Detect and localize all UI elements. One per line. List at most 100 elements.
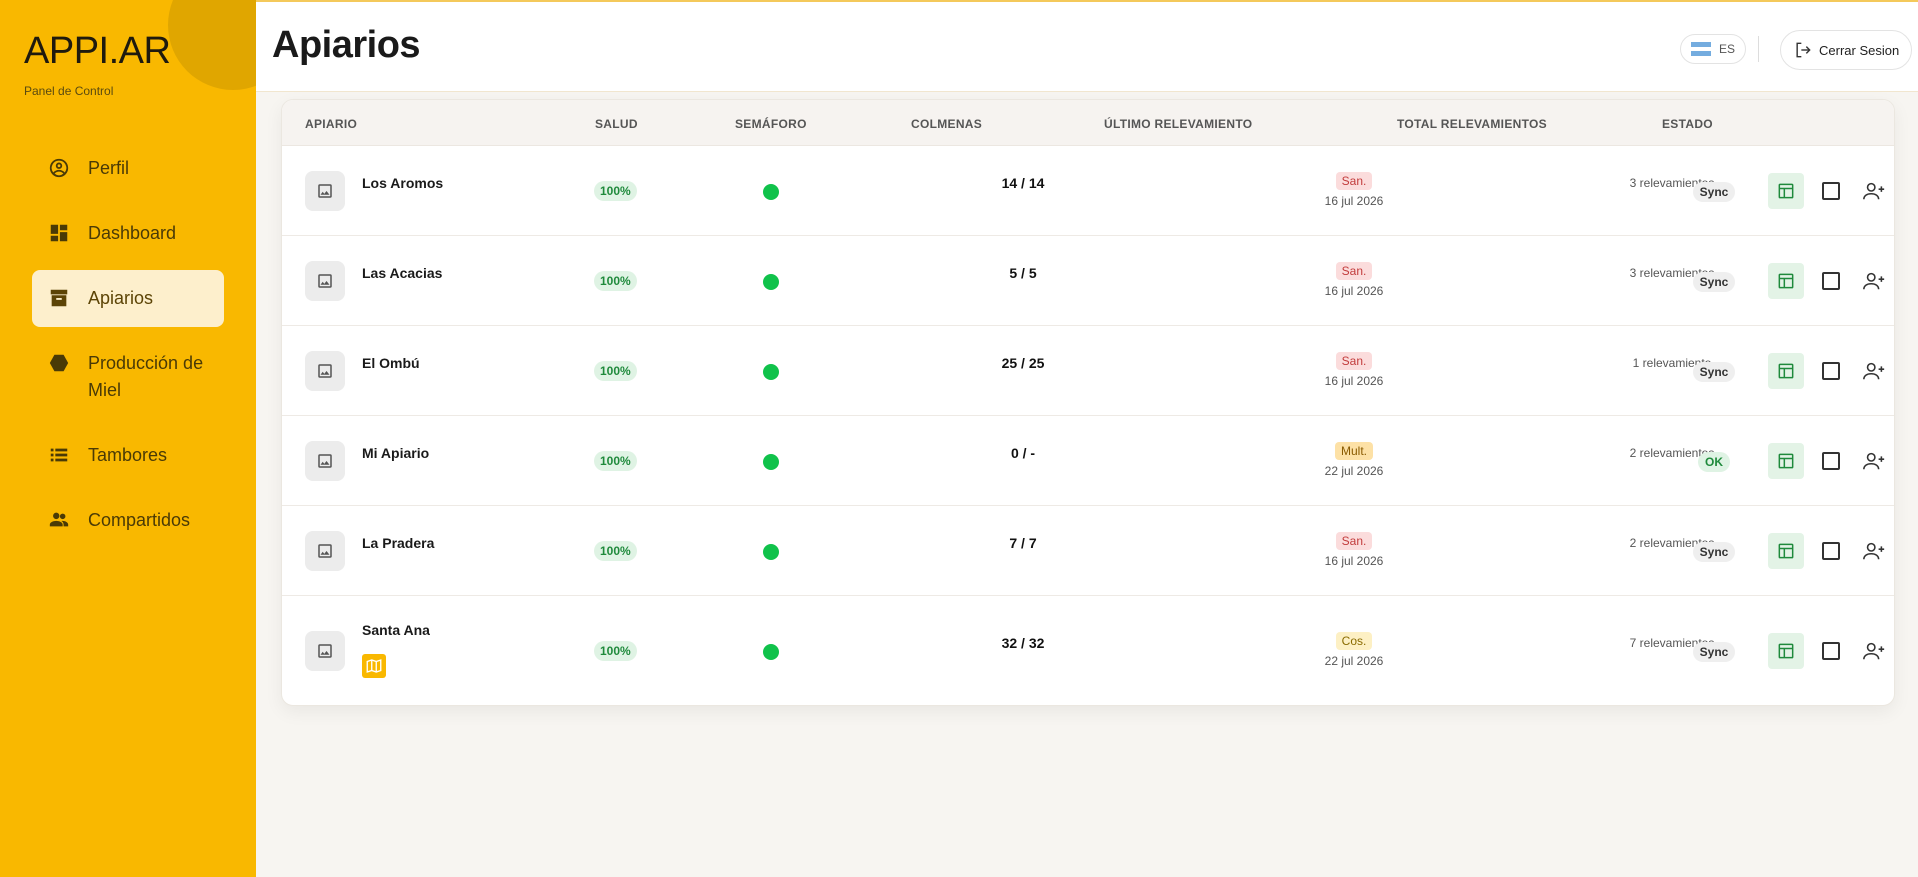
table-row[interactable]: Santa Ana 100% 32 / 32 Cos. 22 jul 2026 …	[282, 596, 1894, 705]
share-user-button[interactable]	[1862, 270, 1886, 292]
page-title: Apiarios	[272, 24, 421, 66]
logout-label: Cerrar Sesion	[1819, 42, 1900, 58]
share-user-button[interactable]	[1862, 640, 1886, 662]
estado-label: Sync	[1692, 182, 1736, 202]
logout-button[interactable]: Cerrar Sesion	[1780, 30, 1913, 70]
semaforo-dot	[763, 544, 779, 560]
sidebar-item-produccion-miel[interactable]: Producción de Miel	[32, 335, 224, 419]
apiario-name[interactable]: Los Aromos	[362, 175, 443, 191]
table-view-button[interactable]	[1768, 633, 1804, 669]
relevamiento-type-badge: San.	[1335, 532, 1373, 550]
select-checkbox[interactable]	[1822, 452, 1840, 470]
sidebar: APPI.AR Panel de Control Perfil Dashboar…	[0, 0, 256, 877]
table-view-button[interactable]	[1768, 533, 1804, 569]
sidebar-item-apiarios[interactable]: Apiarios	[32, 270, 224, 327]
header-divider	[1758, 36, 1759, 62]
add-user-icon	[1863, 542, 1885, 560]
share-user-button[interactable]	[1862, 360, 1886, 382]
column-header-apiario[interactable]: APIARIO	[305, 117, 357, 131]
language-label: ES	[1719, 42, 1736, 56]
table-row[interactable]: La Pradera 100% 7 / 7 San. 16 jul 2026 2…	[282, 506, 1894, 596]
share-user-button[interactable]	[1862, 450, 1886, 472]
salud-badge: 100%	[594, 271, 637, 291]
apiario-name[interactable]: La Pradera	[362, 535, 434, 551]
relevamiento-date: 22 jul 2026	[1324, 464, 1384, 478]
select-checkbox[interactable]	[1822, 362, 1840, 380]
map-button[interactable]	[362, 654, 386, 678]
sidebar-item-label: Producción de Miel	[88, 353, 204, 400]
relevamiento-type-badge: Cos.	[1335, 632, 1373, 650]
table-view-button[interactable]	[1768, 263, 1804, 299]
add-user-icon	[1863, 452, 1885, 470]
colmenas-count: 14 / 14	[1001, 175, 1045, 191]
table-view-button[interactable]	[1768, 173, 1804, 209]
image-placeholder-icon	[305, 351, 345, 391]
salud-badge: 100%	[594, 541, 637, 561]
image-placeholder-icon	[305, 631, 345, 671]
column-header-semaforo[interactable]: SEMÁFORO	[735, 117, 807, 131]
column-header-colmenas[interactable]: COLMENAS	[911, 117, 982, 131]
share-user-button[interactable]	[1862, 180, 1886, 202]
list-icon	[48, 444, 70, 466]
sidebar-nav: Perfil Dashboard Apiarios Producción de …	[32, 140, 224, 557]
semaforo-dot	[763, 184, 779, 200]
sidebar-item-tambores[interactable]: Tambores	[32, 427, 224, 484]
table-icon	[1778, 643, 1794, 659]
table-view-button[interactable]	[1768, 443, 1804, 479]
semaforo-dot	[763, 644, 779, 660]
select-checkbox[interactable]	[1822, 182, 1840, 200]
column-header-estado[interactable]: ESTADO	[1662, 117, 1713, 131]
sidebar-item-dashboard[interactable]: Dashboard	[32, 205, 224, 262]
add-user-icon	[1863, 272, 1885, 290]
estado-badge: Sync	[1664, 542, 1764, 562]
ultimo-relevamiento: San. 16 jul 2026	[1299, 262, 1409, 298]
semaforo-dot	[763, 274, 779, 290]
apiario-name[interactable]: Mi Apiario	[362, 445, 429, 461]
relevamiento-date: 16 jul 2026	[1324, 194, 1384, 208]
image-placeholder-icon	[305, 261, 345, 301]
estado-badge: Sync	[1664, 182, 1764, 202]
sidebar-item-compartidos[interactable]: Compartidos	[32, 492, 224, 549]
share-user-button[interactable]	[1862, 540, 1886, 562]
argentina-flag-icon	[1691, 42, 1711, 57]
select-checkbox[interactable]	[1822, 542, 1840, 560]
column-header-ultimo-relevamiento[interactable]: ÚLTIMO RELEVAMIENTO	[1104, 117, 1252, 131]
column-header-salud[interactable]: SALUD	[595, 117, 638, 131]
brand-subtitle: Panel de Control	[24, 84, 114, 98]
decorative-circle	[168, 0, 256, 90]
colmenas-count: 0 / -	[1010, 445, 1036, 461]
relevamiento-date: 16 jul 2026	[1324, 554, 1384, 568]
dashboard-icon	[48, 222, 70, 244]
sidebar-item-label: Apiarios	[88, 288, 154, 308]
add-user-icon	[1863, 642, 1885, 660]
table-row[interactable]: Los Aromos 100% 14 / 14 San. 16 jul 2026…	[282, 146, 1894, 236]
table-row[interactable]: Mi Apiario 100% 0 / - Mult. 22 jul 2026 …	[282, 416, 1894, 506]
column-header-total-relevamientos[interactable]: TOTAL RELEVAMIENTOS	[1397, 117, 1547, 131]
image-placeholder-icon	[305, 531, 345, 571]
table-row[interactable]: Las Acacias 100% 5 / 5 San. 16 jul 2026 …	[282, 236, 1894, 326]
relevamiento-date: 22 jul 2026	[1324, 654, 1384, 668]
language-selector[interactable]: ES	[1680, 34, 1747, 64]
top-header: Apiarios ES Cerrar Sesion	[256, 0, 1918, 92]
apiario-name[interactable]: El Ombú	[362, 355, 420, 371]
image-placeholder-icon	[305, 441, 345, 481]
apiarios-table: APIARIO SALUD SEMÁFORO COLMENAS ÚLTIMO R…	[281, 99, 1895, 706]
brand-title: APPI.AR	[24, 30, 171, 72]
select-checkbox[interactable]	[1822, 642, 1840, 660]
user-circle-icon	[48, 157, 70, 179]
estado-badge: Sync	[1664, 642, 1764, 662]
salud-badge: 100%	[594, 451, 637, 471]
estado-label: OK	[1698, 452, 1730, 472]
ultimo-relevamiento: Cos. 22 jul 2026	[1299, 632, 1409, 668]
salud-badge: 100%	[594, 641, 637, 661]
sidebar-item-label: Perfil	[88, 158, 130, 178]
logout-icon	[1796, 42, 1811, 58]
table-view-button[interactable]	[1768, 353, 1804, 389]
select-checkbox[interactable]	[1822, 272, 1840, 290]
table-row[interactable]: El Ombú 100% 25 / 25 San. 16 jul 2026 1 …	[282, 326, 1894, 416]
colmenas-count: 5 / 5	[1009, 265, 1037, 281]
image-placeholder-icon	[305, 171, 345, 211]
apiario-name[interactable]: Las Acacias	[362, 265, 442, 281]
sidebar-item-perfil[interactable]: Perfil	[32, 140, 224, 197]
apiario-name[interactable]: Santa Ana	[362, 622, 430, 638]
